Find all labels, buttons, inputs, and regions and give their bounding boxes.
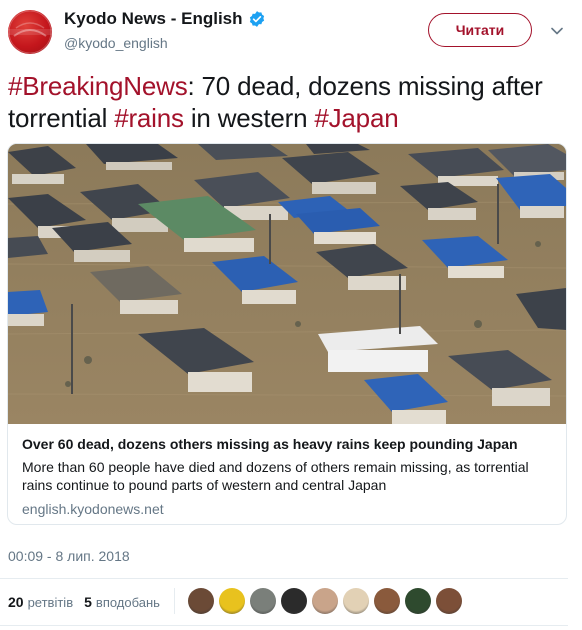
hashtag-japan[interactable]: #Japan — [314, 103, 398, 133]
liker-avatar-7-icon[interactable] — [374, 588, 400, 614]
card-domain: english.kyodonews.net — [22, 501, 164, 517]
follow-button[interactable]: Читати — [428, 13, 532, 47]
retweets-stat[interactable]: 20 ретвітів — [8, 594, 73, 610]
stats-separator — [174, 588, 175, 614]
likers-avatars — [188, 588, 467, 614]
kyodo-logo-icon — [8, 10, 52, 54]
likes-label: вподобань — [95, 595, 160, 610]
likes-stat[interactable]: 5 вподобань — [84, 594, 160, 610]
tweet-stats: 20 ретвітів 5 вподобань — [8, 594, 171, 610]
likes-count: 5 — [84, 594, 92, 610]
retweets-label: ретвітів — [27, 595, 74, 610]
divider — [0, 625, 568, 626]
divider — [0, 578, 568, 579]
retweets-count: 20 — [8, 594, 24, 610]
card-description: More than 60 people have died and dozens… — [22, 459, 529, 493]
liker-avatar-4-icon[interactable] — [281, 588, 307, 614]
author-name: Kyodo News - English — [64, 9, 243, 28]
link-card[interactable]: Over 60 dead, dozens others missing as h… — [7, 143, 567, 525]
tweet-timestamp[interactable]: 00:09 - 8 лип. 2018 — [8, 548, 130, 564]
tweet-text: #BreakingNews: 70 dead, dozens missing a… — [8, 70, 568, 134]
chevron-down-icon[interactable] — [551, 26, 563, 36]
author-block[interactable]: Kyodo News - English @kyodo_english — [64, 8, 266, 52]
hashtag-breakingnews[interactable]: #BreakingNews — [8, 71, 188, 101]
liker-avatar-8-icon[interactable] — [405, 588, 431, 614]
author-handle: @kyodo_english — [64, 35, 168, 51]
verified-badge-icon — [249, 11, 264, 27]
card-body: Over 60 dead, dozens others missing as h… — [22, 435, 552, 518]
author-avatar[interactable] — [8, 10, 52, 54]
liker-avatar-2-icon[interactable] — [219, 588, 245, 614]
liker-avatar-9-icon[interactable] — [436, 588, 462, 614]
card-image — [8, 144, 566, 424]
liker-avatar-1-icon[interactable] — [188, 588, 214, 614]
tweet-text-segment: in western — [183, 103, 315, 133]
liker-avatar-5-icon[interactable] — [312, 588, 338, 614]
liker-avatar-6-icon[interactable] — [343, 588, 369, 614]
card-title: Over 60 dead, dozens others missing as h… — [22, 436, 518, 452]
tweet: Kyodo News - English @kyodo_english Чита… — [0, 0, 582, 630]
flooded-houses-photo — [8, 144, 566, 424]
hashtag-rains[interactable]: #rains — [114, 103, 184, 133]
liker-avatar-3-icon[interactable] — [250, 588, 276, 614]
